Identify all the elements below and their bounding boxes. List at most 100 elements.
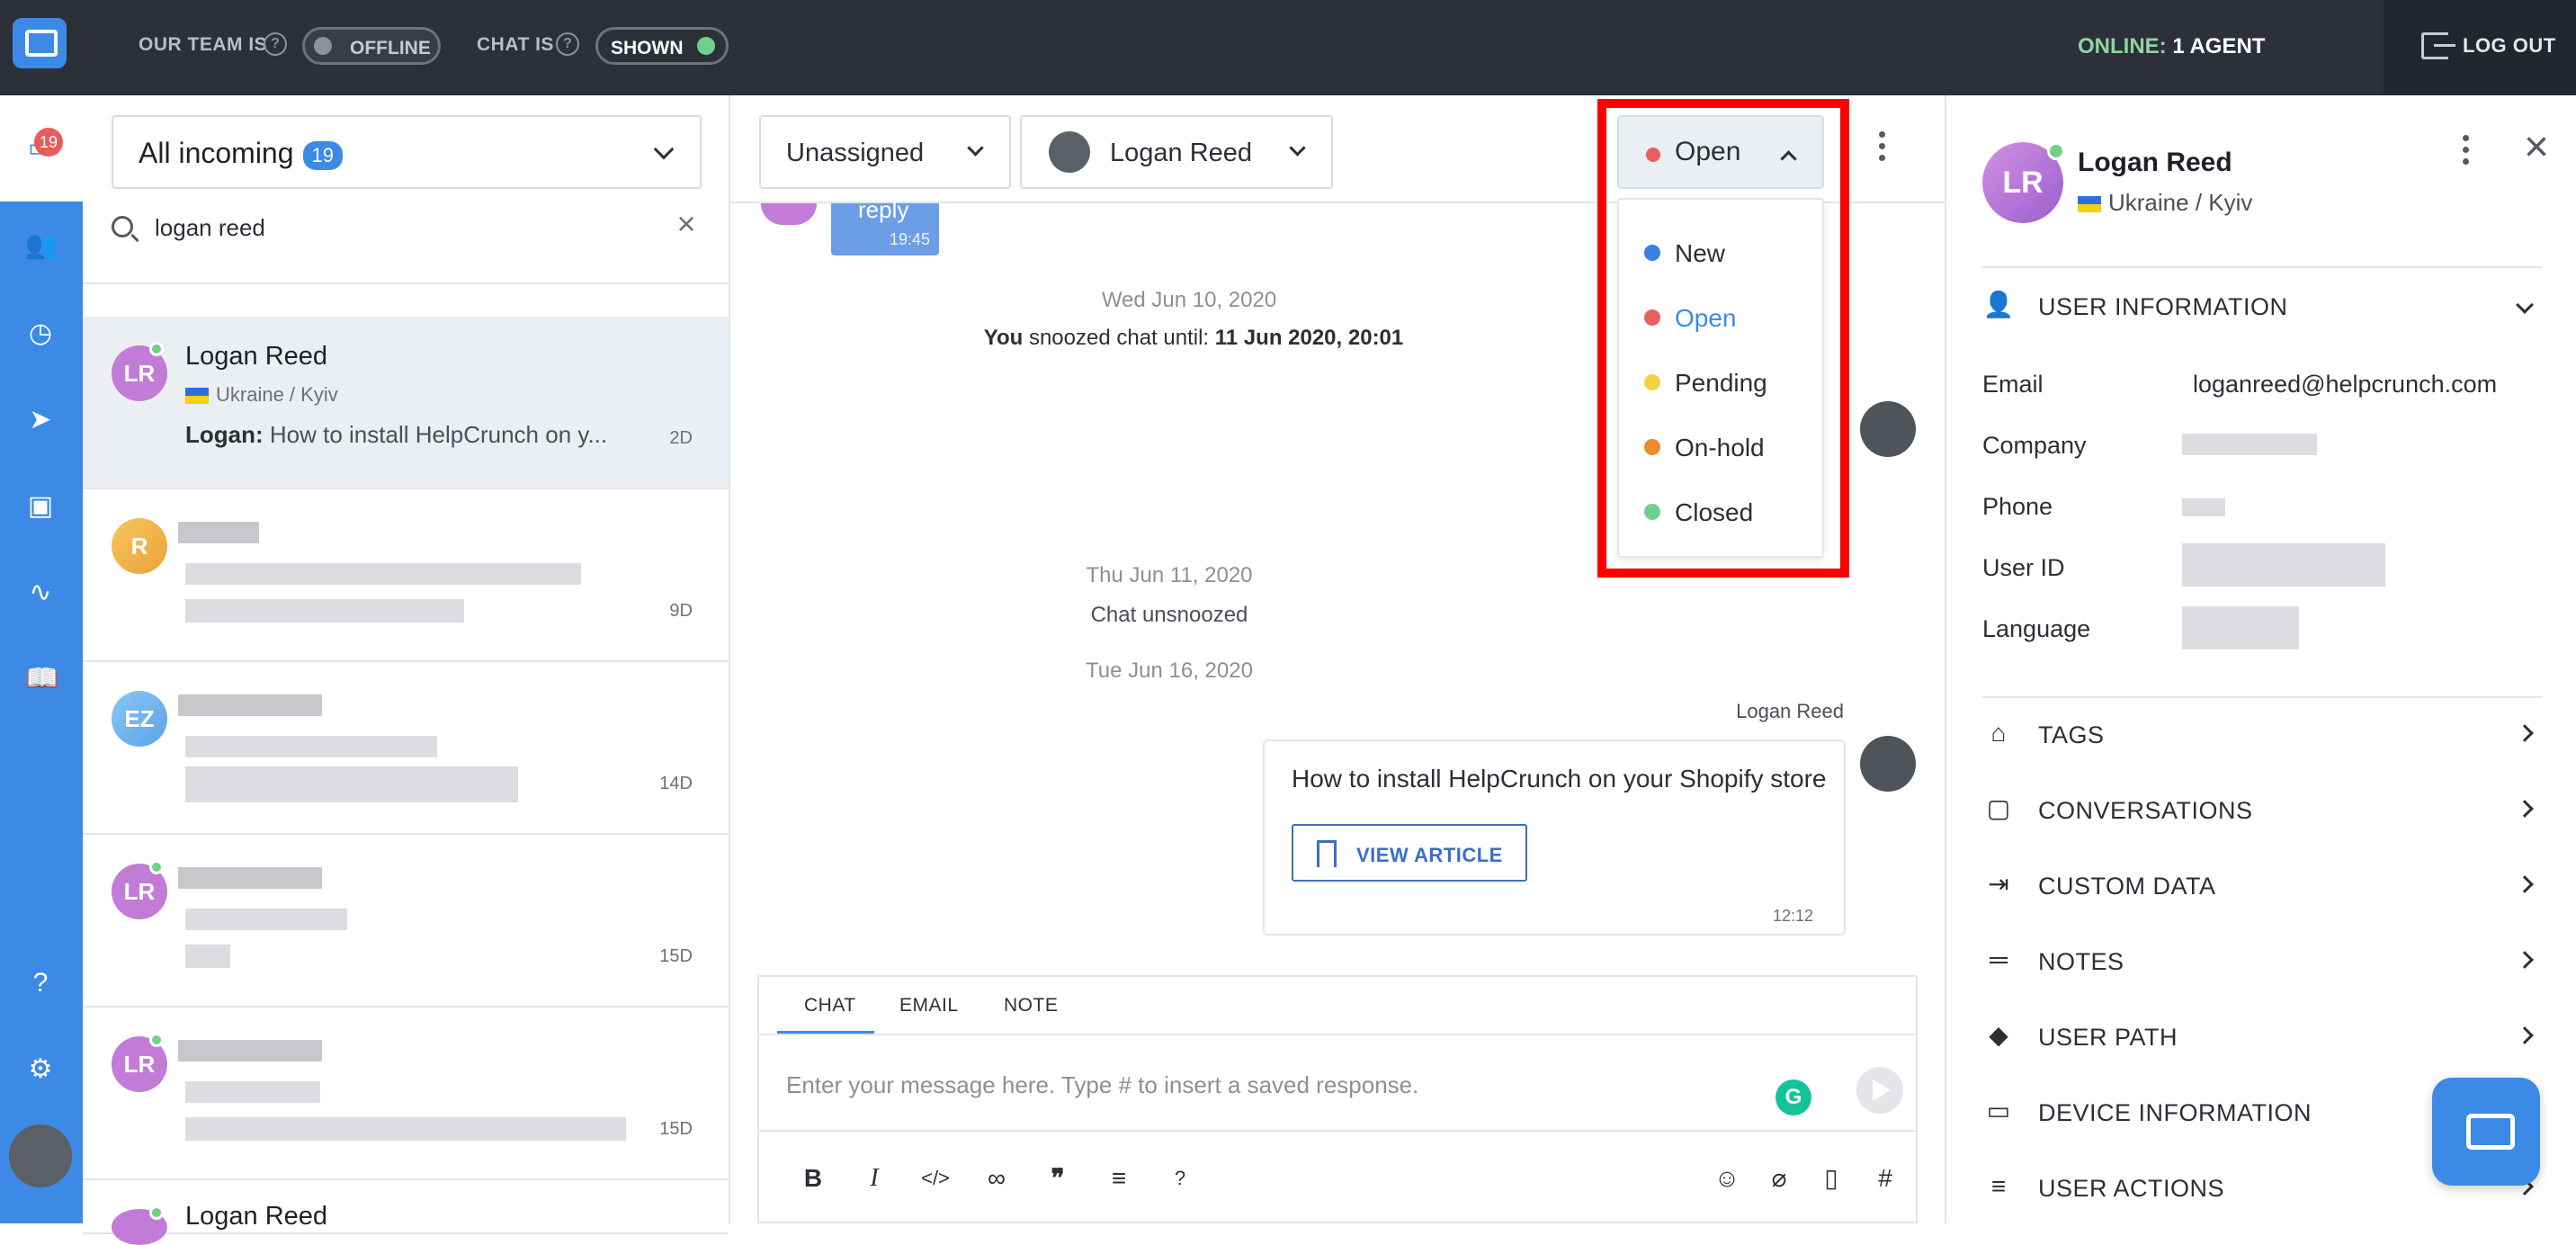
view-article-button[interactable]: VIEW ARTICLE bbox=[1292, 824, 1527, 882]
avatar: R bbox=[112, 518, 167, 574]
chat-status-label: CHAT IS bbox=[477, 34, 554, 55]
conversation-time: 14D bbox=[659, 774, 693, 793]
team-help-icon[interactable]: ? bbox=[264, 32, 287, 56]
date-divider: Thu Jun 11, 2020 bbox=[1086, 563, 1253, 587]
section-conversations[interactable]: ▢ CONVERSATIONS bbox=[1982, 784, 2542, 838]
conversation-name: Logan Reed bbox=[185, 1202, 328, 1231]
conversation-preview: Logan: How to install HelpCrunch on y... bbox=[185, 421, 608, 448]
user-path-icon: ◆ bbox=[1989, 1021, 2008, 1049]
conversation-item[interactable]: LR 15D bbox=[83, 835, 729, 1008]
online-agents: ONLINE: 1 AGENT bbox=[2078, 34, 2266, 58]
redacted-text bbox=[185, 599, 464, 622]
avatar: EZ bbox=[112, 691, 167, 747]
chat-help-icon[interactable]: ? bbox=[556, 32, 579, 56]
tab-email[interactable]: EMAIL bbox=[899, 995, 959, 1017]
redacted-text bbox=[185, 909, 347, 930]
section-tags[interactable]: ⌂ TAGS bbox=[1982, 709, 2542, 763]
nav-inbox[interactable]: ▭ 19 bbox=[0, 95, 83, 202]
top-bar: OUR TEAM IS ? OFFLINE CHAT IS ? SHOWN ON… bbox=[0, 0, 2576, 95]
history-icon: ◷ bbox=[28, 318, 53, 348]
saved-responses-icon[interactable]: ▯ bbox=[1813, 1162, 1849, 1195]
redacted-text bbox=[178, 694, 322, 716]
section-user-path[interactable]: ◆ USER PATH bbox=[1982, 1011, 2542, 1065]
align-icon[interactable]: ≡ bbox=[1101, 1162, 1137, 1195]
message-card: How to install HelpCrunch on your Shopif… bbox=[1263, 739, 1846, 936]
tab-chat[interactable]: CHAT bbox=[804, 995, 856, 1017]
team-status-toggle[interactable]: OFFLINE bbox=[302, 27, 441, 65]
nav-reports[interactable]: ∿ bbox=[0, 561, 83, 624]
profile-name: Logan Reed bbox=[2078, 148, 2232, 177]
settings-icon: ⚙ bbox=[28, 1054, 53, 1084]
unsnoozed-event: Chat unsnoozed bbox=[1090, 603, 1248, 627]
main-sidebar: ▭ 19 👥 ◷ ➤ ▣ ∿ 📖 ? ⚙ bbox=[0, 95, 83, 1223]
italic-icon[interactable]: I bbox=[856, 1162, 892, 1195]
nav-contacts[interactable]: 👥 bbox=[0, 214, 83, 277]
chat-widget-button[interactable] bbox=[2432, 1078, 2540, 1186]
code-icon[interactable]: </> bbox=[917, 1162, 953, 1195]
bold-icon[interactable]: B bbox=[795, 1162, 831, 1195]
agent-select[interactable]: Logan Reed bbox=[1020, 115, 1333, 189]
message-text: How to install HelpCrunch on your Shopif… bbox=[1292, 765, 1827, 793]
message-composer: CHAT EMAIL NOTE G B I </> ∞ ❞ ≡ ? ☺ ⌀ ▯ … bbox=[757, 975, 1918, 1223]
inbox-filter-value: All incoming bbox=[139, 137, 294, 169]
conversation-time: 2D bbox=[669, 428, 693, 448]
agent-avatar bbox=[1049, 131, 1090, 173]
nav-tickets[interactable]: ▣ bbox=[0, 475, 83, 538]
chevron-right-icon bbox=[2516, 1026, 2534, 1044]
link-icon[interactable]: ∞ bbox=[979, 1162, 1015, 1195]
search-input[interactable] bbox=[155, 209, 622, 246]
inbox-filter-select[interactable]: All incoming 19 bbox=[112, 115, 702, 189]
redacted-text bbox=[178, 867, 322, 889]
help-icon[interactable]: ? bbox=[1162, 1162, 1198, 1195]
app-logo[interactable] bbox=[0, 0, 83, 95]
section-notes[interactable]: ═ NOTES bbox=[1982, 936, 2542, 990]
redacted-value bbox=[2182, 543, 2385, 587]
agent-value: Logan Reed bbox=[1110, 139, 1253, 167]
section-user-information[interactable]: 👤 USER INFORMATION bbox=[1982, 281, 2542, 335]
contacts-icon: 👥 bbox=[25, 230, 59, 260]
logout-button[interactable]: LOG OUT bbox=[2384, 0, 2576, 95]
view-article-label: VIEW ARTICLE bbox=[1356, 844, 1503, 866]
conversation-item[interactable]: Logan Reed bbox=[83, 1180, 729, 1245]
chevron-down-icon bbox=[2516, 296, 2534, 314]
nav-history[interactable]: ◷ bbox=[0, 302, 83, 365]
assignee-select[interactable]: Unassigned bbox=[759, 115, 1011, 189]
knowledge-base-icon: 📖 bbox=[25, 664, 59, 694]
nav-settings[interactable]: ⚙ bbox=[0, 1038, 83, 1101]
nav-help[interactable]: ? bbox=[0, 952, 83, 1015]
tab-note[interactable]: NOTE bbox=[1004, 995, 1058, 1017]
conversation-item[interactable]: LR 15D bbox=[83, 1008, 729, 1180]
agent-avatar bbox=[1860, 736, 1916, 792]
close-icon[interactable]: × bbox=[2518, 126, 2554, 169]
hashtag-icon[interactable]: # bbox=[1867, 1162, 1903, 1195]
team-status-label: OUR TEAM IS bbox=[139, 34, 268, 55]
flag-icon bbox=[2078, 196, 2101, 213]
send-button[interactable] bbox=[1856, 1067, 1903, 1114]
flag-icon bbox=[185, 388, 209, 405]
message-author: Logan Reed bbox=[1736, 700, 1844, 722]
my-avatar[interactable] bbox=[9, 1124, 72, 1187]
redacted-text bbox=[178, 1040, 322, 1061]
attach-icon[interactable]: ⌀ bbox=[1761, 1162, 1797, 1195]
message-input[interactable] bbox=[786, 1067, 1775, 1103]
user-profile-pane: LR Logan Reed Ukraine / Kyiv × 👤 USER IN… bbox=[1945, 95, 2576, 1223]
profile-more-icon[interactable] bbox=[2461, 135, 2472, 175]
quote-icon[interactable]: ❞ bbox=[1040, 1162, 1076, 1195]
email-value[interactable]: loganreed@helpcrunch.com bbox=[2193, 371, 2497, 399]
conversation-item[interactable]: EZ 14D bbox=[83, 662, 729, 835]
nav-knowledge-base[interactable]: 📖 bbox=[0, 648, 83, 711]
tag-icon: ⌂ bbox=[1990, 719, 2007, 747]
nav-outbound[interactable]: ➤ bbox=[0, 389, 83, 452]
grammarly-icon[interactable]: G bbox=[1775, 1079, 1811, 1115]
customer-avatar bbox=[761, 203, 817, 225]
clear-search-icon[interactable]: × bbox=[673, 208, 700, 240]
highlight-box bbox=[1597, 99, 1849, 578]
chat-status-toggle[interactable]: SHOWN bbox=[595, 27, 729, 65]
emoji-icon[interactable]: ☺ bbox=[1709, 1162, 1745, 1195]
notes-icon: ═ bbox=[1990, 945, 2008, 973]
conversation-location: Ukraine / Kyiv bbox=[185, 383, 338, 407]
chat-more-icon[interactable] bbox=[1877, 131, 1888, 171]
section-custom-data[interactable]: ⇥ CUSTOM DATA bbox=[1982, 860, 2542, 914]
conversations-icon: ▢ bbox=[1986, 794, 2011, 822]
chat-status-value: SHOWN bbox=[611, 38, 684, 58]
